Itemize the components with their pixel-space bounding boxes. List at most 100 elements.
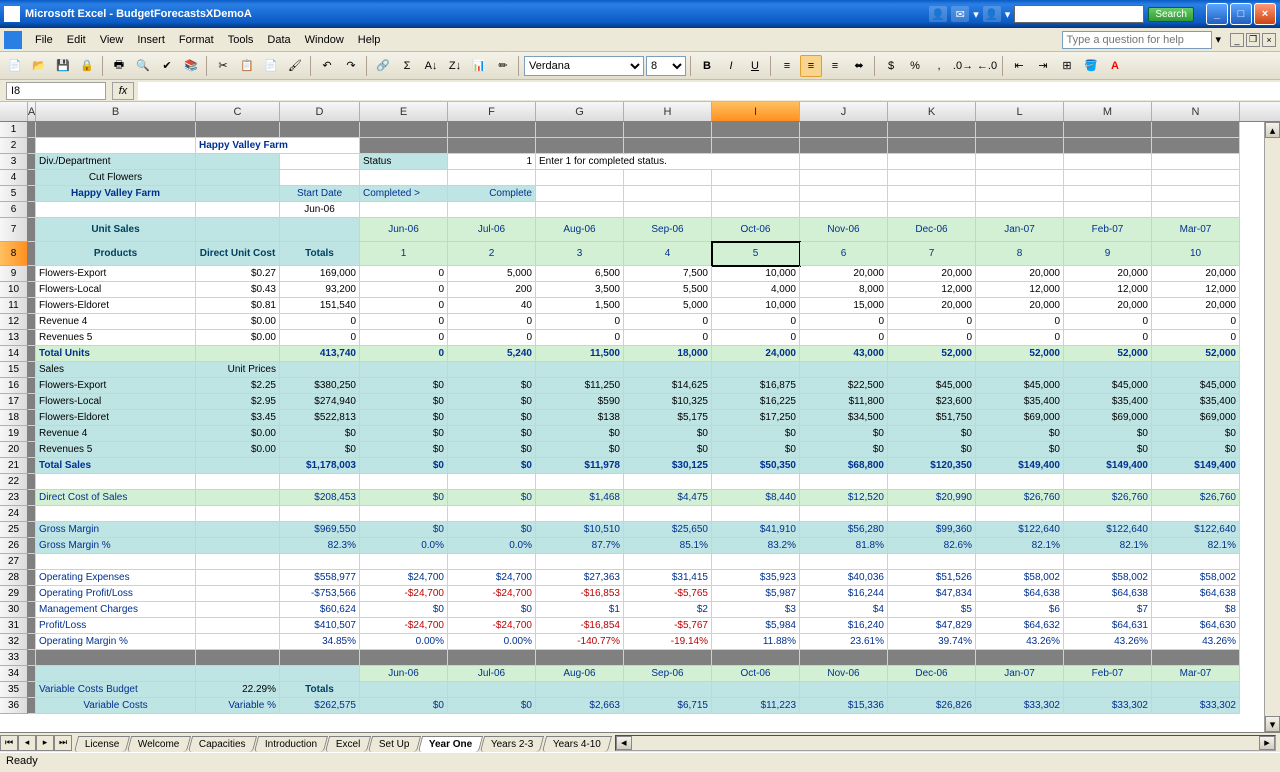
sheet-tab-set-up[interactable]: Set Up	[368, 736, 421, 752]
cell[interactable]	[36, 666, 196, 682]
cell[interactable]	[448, 682, 536, 698]
cell[interactable]: 0	[280, 314, 360, 330]
cell[interactable]: $58,002	[1064, 570, 1152, 586]
help-search-input[interactable]	[1062, 31, 1212, 49]
cell[interactable]: 52,000	[1152, 346, 1240, 362]
cell[interactable]: 82.1%	[976, 538, 1064, 554]
row-header-14[interactable]: 14	[0, 346, 28, 362]
cell[interactable]: $12,520	[800, 490, 888, 506]
cell[interactable]: 0	[712, 330, 800, 346]
cell[interactable]: -140.77%	[536, 634, 624, 650]
cell[interactable]	[28, 394, 36, 410]
cell[interactable]	[800, 186, 888, 202]
font-color-button[interactable]: A	[1104, 55, 1126, 77]
cell[interactable]	[1152, 170, 1240, 186]
menu-edit[interactable]: Edit	[60, 32, 93, 48]
cell[interactable]: 24,000	[712, 346, 800, 362]
cell[interactable]	[712, 650, 800, 666]
cell[interactable]	[28, 586, 36, 602]
align-left-button[interactable]: ≡	[776, 55, 798, 77]
row-header-25[interactable]: 25	[0, 522, 28, 538]
cell[interactable]	[1152, 682, 1240, 698]
cell[interactable]	[196, 634, 280, 650]
cell[interactable]: $0.00	[196, 330, 280, 346]
cell[interactable]: $4	[800, 602, 888, 618]
cell[interactable]	[28, 458, 36, 474]
cell[interactable]: Jul-06	[448, 218, 536, 242]
cell[interactable]: $0	[448, 698, 536, 714]
row-header-12[interactable]: 12	[0, 314, 28, 330]
cell[interactable]	[196, 122, 280, 138]
cell[interactable]	[1064, 170, 1152, 186]
cell[interactable]: 0	[1064, 330, 1152, 346]
col-header-D[interactable]: D	[280, 102, 360, 121]
cell[interactable]	[976, 138, 1064, 154]
cell[interactable]	[28, 362, 36, 378]
cell[interactable]	[360, 202, 448, 218]
cell[interactable]	[624, 122, 712, 138]
row-header-2[interactable]: 2	[0, 138, 28, 154]
cell[interactable]: Operating Profit/Loss	[36, 586, 196, 602]
cell[interactable]	[712, 138, 800, 154]
cell[interactable]	[360, 650, 448, 666]
cell[interactable]	[888, 122, 976, 138]
excel-app-icon[interactable]	[4, 31, 22, 49]
cell[interactable]: $380,250	[280, 378, 360, 394]
cell[interactable]: 22.29%	[196, 682, 280, 698]
menu-format[interactable]: Format	[172, 32, 221, 48]
cell[interactable]: $5	[888, 602, 976, 618]
cell[interactable]: 20,000	[1064, 266, 1152, 282]
cell[interactable]: Completed >	[360, 186, 448, 202]
worksheet-grid[interactable]: ABCDEFGHIJKLMN 1234567891011121314151617…	[0, 102, 1280, 732]
cell[interactable]: Jan-07	[976, 218, 1064, 242]
cell[interactable]: $35,923	[712, 570, 800, 586]
cell[interactable]	[1064, 506, 1152, 522]
cell[interactable]: 5	[712, 242, 800, 266]
row-header-34[interactable]: 34	[0, 666, 28, 682]
cell[interactable]: 82.1%	[1152, 538, 1240, 554]
cell[interactable]	[196, 474, 280, 490]
col-header-H[interactable]: H	[624, 102, 712, 121]
cell[interactable]	[28, 242, 36, 266]
cell[interactable]	[536, 682, 624, 698]
cells-area[interactable]: Happy Valley FarmDiv./DepartmentStatus1E…	[28, 122, 1240, 714]
cell[interactable]: Gross Margin	[36, 522, 196, 538]
cell[interactable]	[800, 650, 888, 666]
cell[interactable]: Mar-07	[1152, 666, 1240, 682]
cell[interactable]: Unit Prices	[196, 362, 280, 378]
cell[interactable]: 1	[360, 242, 448, 266]
cell[interactable]: Sep-06	[624, 218, 712, 242]
cell[interactable]: $410,507	[280, 618, 360, 634]
research-button[interactable]: 📚	[180, 55, 202, 77]
cell[interactable]: Happy Valley Farm	[36, 186, 196, 202]
cell[interactable]: $0	[976, 426, 1064, 442]
cell[interactable]: $11,250	[536, 378, 624, 394]
cell[interactable]	[712, 122, 800, 138]
cell[interactable]	[196, 218, 280, 242]
cell[interactable]: Products	[36, 242, 196, 266]
open-button[interactable]: 📂	[28, 55, 50, 77]
cell[interactable]: $0	[360, 394, 448, 410]
cell[interactable]	[28, 122, 36, 138]
cell[interactable]: 20,000	[1152, 298, 1240, 314]
cell[interactable]: $35,400	[1064, 394, 1152, 410]
cell[interactable]: Oct-06	[712, 666, 800, 682]
cell[interactable]: 81.8%	[800, 538, 888, 554]
sheet-prev-button[interactable]: ◂	[18, 735, 36, 751]
row-header-26[interactable]: 26	[0, 538, 28, 554]
percent-button[interactable]: %	[904, 55, 926, 77]
sort-desc-button[interactable]: Z↓	[444, 55, 466, 77]
cell[interactable]: 20,000	[800, 266, 888, 282]
cell[interactable]: 6	[800, 242, 888, 266]
cell[interactable]: $58,002	[976, 570, 1064, 586]
cell[interactable]	[28, 426, 36, 442]
cell[interactable]: 20,000	[976, 298, 1064, 314]
cell[interactable]: 12,000	[976, 282, 1064, 298]
cell[interactable]	[448, 122, 536, 138]
cell[interactable]	[976, 682, 1064, 698]
cell[interactable]	[1064, 202, 1152, 218]
cell[interactable]: Unit Sales	[36, 218, 196, 242]
cell[interactable]: 0.00%	[360, 634, 448, 650]
scroll-right-icon[interactable]: ▸	[1259, 736, 1275, 750]
cell[interactable]	[196, 458, 280, 474]
